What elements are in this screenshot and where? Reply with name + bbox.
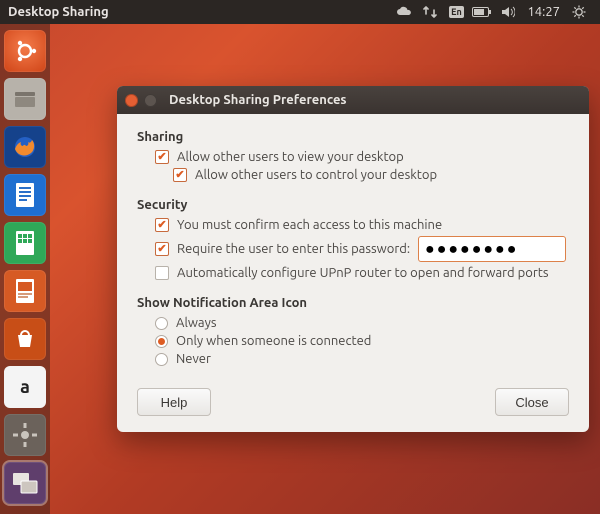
- allow-control-label: Allow other users to control your deskto…: [195, 168, 437, 182]
- launcher-firefox[interactable]: [4, 126, 46, 168]
- window-close-icon[interactable]: [125, 94, 138, 107]
- network-indicator-icon[interactable]: [419, 4, 441, 20]
- launcher-impress[interactable]: [4, 270, 46, 312]
- notify-never-radio[interactable]: [155, 353, 168, 366]
- allow-view-label: Allow other users to view your desktop: [177, 150, 404, 164]
- launcher-software[interactable]: [4, 318, 46, 360]
- notify-never-label: Never: [176, 352, 211, 366]
- security-heading: Security: [137, 198, 569, 212]
- launcher-writer[interactable]: [4, 174, 46, 216]
- app-title: Desktop Sharing: [8, 5, 109, 19]
- notify-connected-label: Only when someone is connected: [176, 334, 371, 348]
- launcher-dash[interactable]: [4, 30, 46, 72]
- require-password-checkbox[interactable]: [155, 242, 169, 256]
- sound-indicator-icon[interactable]: [497, 4, 519, 20]
- notify-always-radio[interactable]: [155, 317, 168, 330]
- unity-launcher: a: [0, 24, 50, 514]
- upnp-checkbox[interactable]: [155, 266, 169, 280]
- sharing-heading: Sharing: [137, 130, 569, 144]
- password-field[interactable]: [418, 236, 566, 262]
- close-button[interactable]: Close: [495, 388, 569, 416]
- session-indicator-icon[interactable]: [568, 4, 590, 20]
- notify-connected-radio[interactable]: [155, 335, 168, 348]
- dialog-titlebar[interactable]: Desktop Sharing Preferences: [117, 86, 589, 114]
- notification-heading: Show Notification Area Icon: [137, 296, 569, 310]
- launcher-settings[interactable]: [4, 414, 46, 456]
- confirm-access-checkbox[interactable]: [155, 218, 169, 232]
- confirm-access-label: You must confirm each access to this mac…: [177, 218, 442, 232]
- cloud-indicator-icon[interactable]: [393, 4, 415, 20]
- launcher-files[interactable]: [4, 78, 46, 120]
- allow-control-checkbox[interactable]: [173, 168, 187, 182]
- clock[interactable]: 14:27: [527, 5, 560, 19]
- preferences-dialog: Desktop Sharing Preferences Sharing Allo…: [117, 86, 589, 432]
- top-menubar: Desktop Sharing En 14:27: [0, 0, 600, 24]
- launcher-calc[interactable]: [4, 222, 46, 264]
- keyboard-indicator-icon[interactable]: En: [445, 4, 467, 20]
- launcher-desktop-sharing[interactable]: [4, 462, 46, 504]
- allow-view-checkbox[interactable]: [155, 150, 169, 164]
- battery-indicator-icon[interactable]: [471, 4, 493, 20]
- help-button[interactable]: Help: [137, 388, 211, 416]
- window-minimize-icon[interactable]: [144, 94, 157, 107]
- upnp-label: Automatically configure UPnP router to o…: [177, 266, 549, 280]
- dialog-title: Desktop Sharing Preferences: [169, 93, 347, 107]
- launcher-amazon[interactable]: a: [4, 366, 46, 408]
- require-password-label: Require the user to enter this password:: [177, 242, 410, 256]
- notify-always-label: Always: [176, 316, 217, 330]
